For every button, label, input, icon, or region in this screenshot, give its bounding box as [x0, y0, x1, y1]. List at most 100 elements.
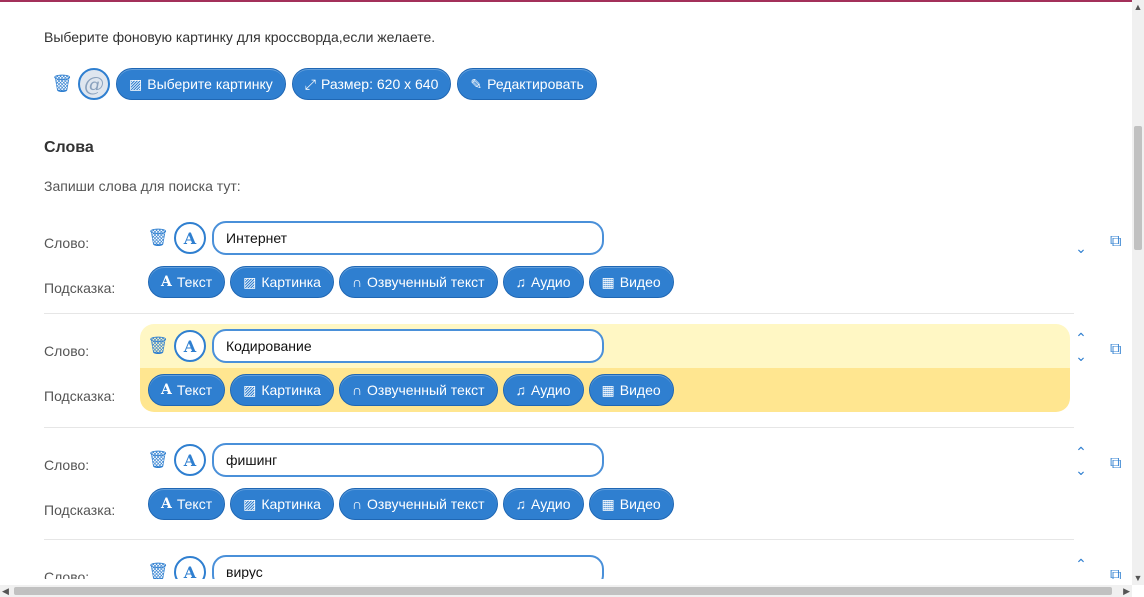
font-style-button[interactable]: A: [174, 222, 206, 254]
hint-image-button[interactable]: ▨ Картинка: [230, 374, 334, 406]
hint-audio-button[interactable]: ♫ Аудио: [502, 488, 584, 520]
film-icon: ▦: [601, 382, 615, 398]
word-input[interactable]: Интернет: [212, 221, 604, 255]
vertical-scrollbar[interactable]: ▲ ▼: [1132, 0, 1144, 585]
word-label: Слово:: [44, 457, 90, 473]
divider: [44, 427, 1074, 428]
word-entry: Слово: Подсказка: 🗑 A Кодирование A Текст…: [44, 321, 1121, 428]
hint-row: A Текст ▨ Картинка ∩ Озвученный текст ♫ Ауди…: [148, 485, 674, 523]
hint-image-label: Картинка: [261, 382, 321, 398]
size-button[interactable]: ⤢ Размер: 620 x 640: [291, 68, 452, 100]
chevron-up-icon[interactable]: ⌃: [1074, 443, 1088, 461]
image-icon: ▨: [243, 496, 257, 512]
trash-icon[interactable]: 🗑: [147, 334, 169, 358]
font-style-button[interactable]: A: [174, 330, 206, 362]
divider: [44, 539, 1074, 540]
hint-video-button[interactable]: ▦ Видео: [588, 488, 674, 520]
edit-icon: ✎: [470, 76, 483, 92]
edit-button[interactable]: ✎ Редактировать: [457, 68, 597, 100]
hint-audio-label: Аудио: [531, 382, 571, 398]
image-icon: ▨: [243, 274, 257, 290]
hint-voiced-button[interactable]: ∩ Озвученный текст: [338, 374, 498, 406]
chevron-down-icon[interactable]: ⌄: [1074, 239, 1088, 257]
word-row: 🗑 A Интернет: [147, 219, 604, 257]
horizontal-scroll-thumb[interactable]: [14, 587, 1112, 595]
hint-row: A Текст ▨ Картинка ∩ Озвученный текст ♫ Ауди…: [148, 263, 674, 301]
vertical-scroll-thumb[interactable]: [1134, 126, 1142, 250]
hint-text-button[interactable]: A Текст: [148, 374, 226, 406]
scroll-right-arrow-icon[interactable]: ▶: [1123, 585, 1130, 597]
background-toolbar: 🗑 @ ▨ Выберите картинку ⤢ Размер: 620 x …: [51, 67, 597, 101]
hint-label: Подсказка:: [44, 280, 116, 296]
font-style-button[interactable]: A: [174, 556, 206, 579]
headphones-icon: ∩: [351, 496, 363, 512]
copy-icon[interactable]: ⧉: [1110, 455, 1121, 473]
chevron-up-icon[interactable]: ⌃: [1074, 329, 1088, 347]
word-row: 🗑 A Кодирование: [147, 327, 604, 365]
trash-icon[interactable]: 🗑: [147, 560, 169, 579]
chevron-down-icon[interactable]: ⌄: [1074, 347, 1088, 365]
copy-icon[interactable]: ⧉: [1110, 567, 1121, 579]
hint-text-label: Текст: [176, 274, 213, 290]
trash-icon[interactable]: 🗑: [51, 72, 73, 96]
hint-voiced-button[interactable]: ∩ Озвученный текст: [338, 488, 498, 520]
hint-voiced-label: Озвученный текст: [367, 496, 485, 512]
word-input[interactable]: фишинг: [212, 443, 604, 477]
hint-video-button[interactable]: ▦ Видео: [588, 266, 674, 298]
words-section-subtitle: Запиши слова для поиска тут:: [44, 178, 241, 194]
resize-icon: ⤢: [304, 76, 316, 92]
reorder-arrows: ⌃ ⌄: [1074, 443, 1088, 483]
size-label: Размер: 620 x 640: [320, 76, 439, 92]
divider: [44, 313, 1074, 314]
hint-video-button[interactable]: ▦ Видео: [588, 374, 674, 406]
scroll-down-arrow-icon[interactable]: ▼: [1132, 573, 1144, 583]
text-icon: A: [161, 382, 172, 398]
word-input[interactable]: Кодирование: [212, 329, 604, 363]
scroll-left-arrow-icon[interactable]: ◀: [2, 585, 9, 597]
text-icon: A: [161, 496, 172, 512]
hint-text-button[interactable]: A Текст: [148, 488, 226, 520]
word-entry: Слово: Подсказка: 🗑 A фишинг A Текст ▨ Кар…: [44, 435, 1121, 540]
hint-video-label: Видео: [619, 496, 661, 512]
scroll-up-arrow-icon[interactable]: ▲: [1132, 2, 1144, 12]
copy-icon[interactable]: ⧉: [1110, 233, 1121, 251]
hint-audio-label: Аудио: [531, 496, 571, 512]
editor-content: Выберите фоновую картинку для кроссворда…: [0, 2, 1132, 579]
copy-icon[interactable]: ⧉: [1110, 341, 1121, 359]
trash-icon[interactable]: 🗑: [147, 448, 169, 472]
headphones-icon: ∩: [351, 382, 363, 398]
word-label: Слово:: [44, 235, 90, 251]
edit-label: Редактировать: [487, 76, 584, 92]
font-style-button[interactable]: A: [174, 444, 206, 476]
choose-image-label: Выберите картинку: [147, 76, 273, 92]
word-input[interactable]: вирус: [212, 555, 604, 579]
word-row: 🗑 A фишинг: [147, 441, 604, 479]
words-section-title: Слова: [44, 139, 94, 156]
hint-audio-button[interactable]: ♫ Аудио: [502, 374, 584, 406]
word-label: Слово:: [44, 569, 90, 579]
hint-image-button[interactable]: ▨ Картинка: [230, 266, 334, 298]
word-entry: Слово: Подсказка: 🗑 A Интернет A Текст ▨ К…: [44, 213, 1121, 314]
hint-text-label: Текст: [176, 496, 213, 512]
chevron-up-icon[interactable]: ⌃: [1074, 555, 1088, 573]
chevron-down-icon[interactable]: ⌄: [1074, 461, 1088, 479]
choose-image-button[interactable]: ▨ Выберите картинку: [116, 68, 286, 100]
film-icon: ▦: [601, 496, 615, 512]
trash-icon[interactable]: 🗑: [147, 226, 169, 250]
hint-row: A Текст ▨ Картинка ∩ Озвученный текст ♫ Ауди…: [148, 371, 674, 409]
hint-audio-button[interactable]: ♫ Аудио: [502, 266, 584, 298]
text-icon: A: [161, 274, 172, 290]
reorder-arrows: ⌃ ⌄: [1074, 329, 1088, 369]
hint-voiced-button[interactable]: ∩ Озвученный текст: [338, 266, 498, 298]
hint-label: Подсказка:: [44, 388, 116, 404]
hint-audio-label: Аудио: [531, 274, 571, 290]
hint-text-button[interactable]: A Текст: [148, 266, 226, 298]
hint-image-label: Картинка: [261, 496, 321, 512]
horizontal-scrollbar[interactable]: ◀ ▶: [0, 585, 1132, 597]
hint-video-label: Видео: [619, 382, 661, 398]
background-intro-text: Выберите фоновую картинку для кроссворда…: [44, 29, 436, 45]
background-image-thumbnail[interactable]: @: [78, 68, 110, 100]
hint-image-button[interactable]: ▨ Картинка: [230, 488, 334, 520]
reorder-arrows: ⌄: [1074, 221, 1088, 261]
word-row: 🗑 A вирус: [147, 553, 604, 579]
